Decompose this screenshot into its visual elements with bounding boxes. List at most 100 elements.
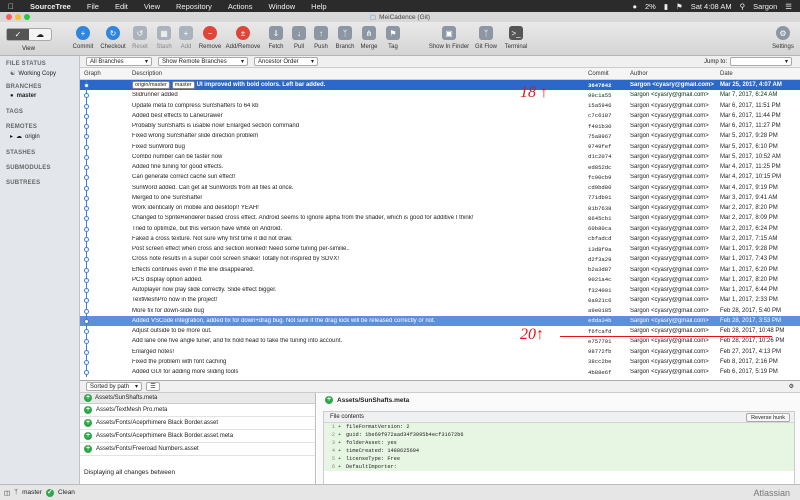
commit-hash: 9749fef bbox=[588, 143, 612, 151]
menu-list-icon[interactable]: ☰ bbox=[785, 2, 792, 11]
sidebar-item-master[interactable]: ● master bbox=[0, 91, 79, 101]
git-flow-button[interactable]: ᛉ Git Flow bbox=[473, 26, 499, 50]
commit-row[interactable]: Cross note results in a super cool scree… bbox=[80, 254, 800, 265]
commit-row[interactable]: Autoplayer now play slide correctly. Sli… bbox=[80, 285, 800, 296]
view-toggle[interactable]: ✓ ☁ bbox=[6, 28, 52, 41]
column-author[interactable]: Author bbox=[630, 71, 648, 77]
annotation-middle: 20↑ bbox=[520, 326, 544, 343]
sidebar-toggle-icon[interactable]: ◫ bbox=[4, 489, 10, 497]
settings-button[interactable]: ⚙ Settings bbox=[770, 26, 796, 50]
apple-icon[interactable]:  bbox=[0, 2, 22, 11]
file-row[interactable]: + Assets/Fonts/Freeroad Numbers.asset bbox=[80, 443, 315, 456]
commit-row[interactable]: Combo number can be faster now d1c2074 Sar… bbox=[80, 151, 800, 162]
sidebar-header-subtrees[interactable]: SUBTREES bbox=[0, 172, 79, 187]
sidebar-header-remotes[interactable]: REMOTES bbox=[0, 116, 79, 131]
column-date[interactable]: Date bbox=[720, 71, 733, 77]
menu-window[interactable]: Window bbox=[260, 2, 303, 11]
commit-row[interactable]: Added VSCode integration, added fix for … bbox=[80, 315, 800, 326]
push-button[interactable]: ↑ Push bbox=[308, 26, 334, 50]
commit-row[interactable]: SunWord added. Can get all SunWords from… bbox=[80, 182, 800, 193]
jump-to-input[interactable]: ▾ bbox=[730, 57, 792, 66]
menu-view[interactable]: View bbox=[136, 2, 168, 11]
wifi-icon[interactable]: ● bbox=[632, 2, 637, 11]
commit-row[interactable]: Changed to SpriteRenderer based cross ef… bbox=[80, 213, 800, 224]
menu-edit[interactable]: Edit bbox=[107, 2, 136, 11]
commit-row[interactable]: Work identically on mobile and desktop!!… bbox=[80, 203, 800, 214]
user-name[interactable]: Sargon bbox=[753, 2, 777, 11]
menu-help[interactable]: Help bbox=[303, 2, 334, 11]
terminal-button[interactable]: >_ Terminal bbox=[503, 26, 529, 50]
commit-button[interactable]: + Commit bbox=[70, 26, 96, 50]
commit-row[interactable]: Update meta to compress SunShafters to 6… bbox=[80, 100, 800, 111]
commit-row[interactable]: Fixed SunWord bug 9749fef Sargon <cyasry@g… bbox=[80, 141, 800, 152]
commit-row[interactable]: Merged to one SunShafter 771db01 Sargon <c… bbox=[80, 192, 800, 203]
file-row[interactable]: + Assets/Fonts/Aceprhimere Black Border.a… bbox=[80, 417, 315, 430]
order-dropdown[interactable]: Ancestor Order ▾ bbox=[254, 57, 318, 66]
file-row[interactable]: + Assets/TextMesh Pro.meta bbox=[80, 404, 315, 417]
sidebar-item-working-copy[interactable]: ☯ Working Copy bbox=[0, 68, 79, 79]
commit-row[interactable]: More fix for down-slide bug a9e0185 Sargon… bbox=[80, 305, 800, 316]
gear-icon[interactable]: ⚙ bbox=[789, 383, 800, 390]
file-row[interactable]: + Assets/Fonts/Aceprhimere Black Border.a… bbox=[80, 430, 315, 443]
commit-row[interactable]: Enlarged notes! 98772fb Sargon <cyasry@gma… bbox=[80, 346, 800, 357]
commit-row[interactable]: Tried to optimize, but this version have… bbox=[80, 223, 800, 234]
spotlight-icon[interactable]: ⚲ bbox=[740, 2, 746, 11]
cloud-icon[interactable]: ☁ bbox=[29, 29, 51, 40]
reverse-hunk-button[interactable]: Reverse hunk bbox=[746, 413, 790, 422]
commit-row[interactable]: Can generate correct cache sun effect! fc… bbox=[80, 172, 800, 183]
branches-dropdown[interactable]: All Branches ▾ bbox=[86, 57, 152, 66]
add-button[interactable]: + Add bbox=[173, 26, 199, 50]
remote-branches-dropdown[interactable]: Show Remote Branches ▾ bbox=[158, 57, 248, 66]
sort-dropdown[interactable]: Sorted by path ▾ bbox=[86, 382, 142, 391]
column-description[interactable]: Description bbox=[132, 71, 162, 77]
sidebar-header-file-status[interactable]: FILE STATUS bbox=[0, 56, 79, 68]
menu-repository[interactable]: Repository bbox=[168, 2, 220, 11]
commit-row[interactable]: Added best effects to LaneDrawer c7c6187 S… bbox=[80, 110, 800, 121]
show-in-finder-button[interactable]: ▣ Show In Finder bbox=[429, 26, 469, 50]
branch-button[interactable]: ᛉ Branch bbox=[332, 26, 358, 50]
merge-button[interactable]: ⋔ Merge bbox=[356, 26, 382, 50]
commit-row[interactable]: Add lane one five angle tuner, and fix h… bbox=[80, 336, 800, 347]
commit-row[interactable]: Faked a cross texture. Not sure why firs… bbox=[80, 233, 800, 244]
sidebar-header-submodules[interactable]: SUBMODULES bbox=[0, 157, 79, 172]
commit-row[interactable]: Probably SunShafts is usable now! Enlarg… bbox=[80, 121, 800, 132]
commit-row[interactable]: Fixed the problem with font caching 38cc2… bbox=[80, 356, 800, 367]
commit-row[interactable]: Slidrunner added 99c1a55 Sargon <cyasry@gm… bbox=[80, 90, 800, 101]
commit-row[interactable]: Adjust outside to be more out. f6fcafd Sar… bbox=[80, 326, 800, 337]
commit-row[interactable]: Added fine tuning for good effects. ed852… bbox=[80, 162, 800, 173]
list-view-button[interactable]: ☰ bbox=[146, 382, 160, 391]
sidebar-item-origin[interactable]: ▸ ☁ origin bbox=[0, 131, 79, 142]
commit-row[interactable]: TextMeshPro now in the project! 0a921c6 Sa… bbox=[80, 295, 800, 306]
zoom-window-button[interactable] bbox=[24, 14, 30, 20]
commit-row[interactable]: PCS display option added. 9021a4c Sargon <… bbox=[80, 274, 800, 285]
commit-row[interactable]: Added GUI for adding more sliding tools 4… bbox=[80, 367, 800, 378]
commit-row[interactable]: Post screen effect when cross and sectio… bbox=[80, 244, 800, 255]
commit-row[interactable]: Effects continues even if the line disap… bbox=[80, 264, 800, 275]
clock[interactable]: Sat 4:08 AM bbox=[691, 2, 732, 11]
commit-row[interactable]: Fixed wrong SunShafter slide direction p… bbox=[80, 131, 800, 142]
sidebar-header-tags[interactable]: TAGS bbox=[0, 101, 79, 116]
tag-button[interactable]: ⚑ Tag bbox=[380, 26, 406, 50]
flag-icon[interactable]: ⚑ bbox=[676, 2, 683, 11]
checkmark-icon[interactable]: ✓ bbox=[7, 29, 29, 40]
branch-label[interactable]: origin/master bbox=[132, 81, 170, 90]
minimize-window-button[interactable] bbox=[15, 14, 21, 20]
menu-app[interactable]: SourceTree bbox=[22, 2, 79, 11]
menu-actions[interactable]: Actions bbox=[220, 2, 261, 11]
branch-label[interactable]: master bbox=[171, 81, 195, 90]
checkout-button[interactable]: ↻ Checkout bbox=[100, 26, 126, 50]
sidebar-header-branches[interactable]: BRANCHES bbox=[0, 79, 79, 91]
close-window-button[interactable] bbox=[6, 14, 12, 20]
sidebar-header-stashes[interactable]: STASHES bbox=[0, 142, 79, 157]
reset-button[interactable]: ↺ Reset bbox=[127, 26, 153, 50]
add-remove-button[interactable]: ± Add/Remove bbox=[226, 26, 260, 50]
file-row-selected[interactable]: + Assets/SunShafts.meta bbox=[80, 393, 315, 404]
menu-file[interactable]: File bbox=[79, 2, 107, 11]
commit-row[interactable]: origin/master master UI improved with bold… bbox=[80, 80, 800, 91]
disclosure-triangle-icon[interactable]: ▸ bbox=[10, 133, 13, 140]
column-commit[interactable]: Commit bbox=[588, 71, 609, 77]
battery-level[interactable]: 2% bbox=[645, 2, 656, 11]
column-graph[interactable]: Graph bbox=[84, 71, 101, 77]
commit-list[interactable]: origin/master master UI improved with bold… bbox=[80, 80, 800, 380]
remove-button[interactable]: − Remove bbox=[197, 26, 223, 50]
